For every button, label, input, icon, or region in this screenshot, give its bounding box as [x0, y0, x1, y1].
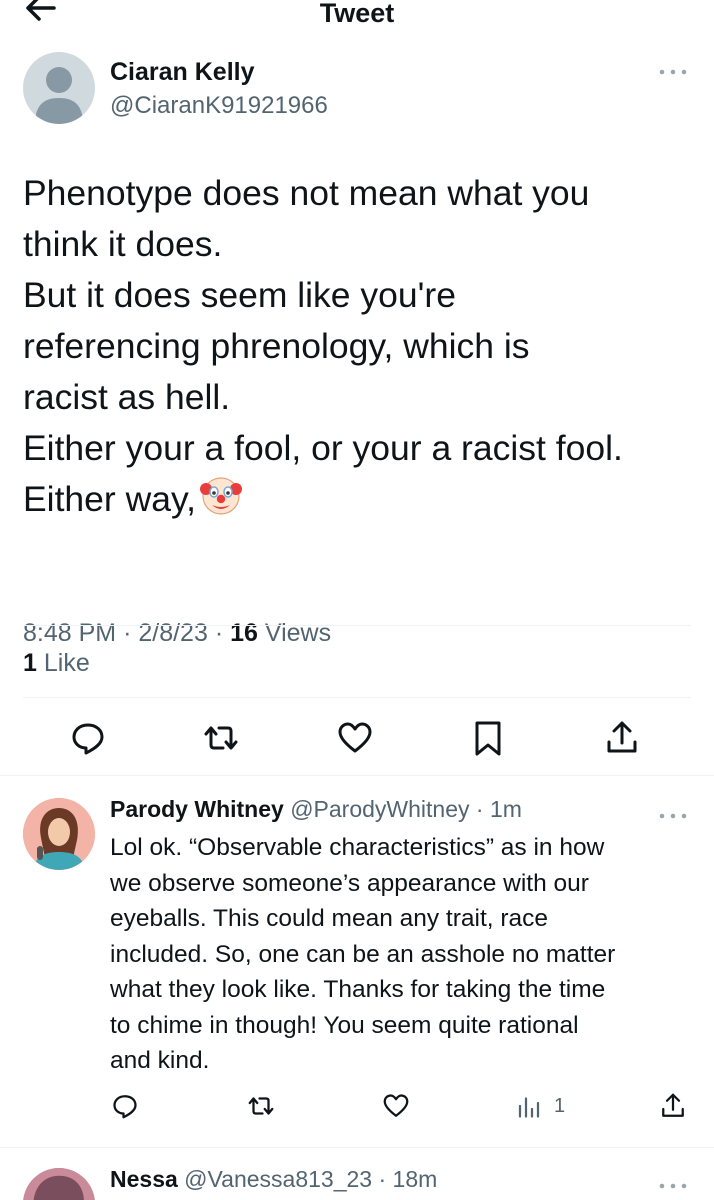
reply-action-bar: 1 [0, 1088, 714, 1128]
tweet-line: Either way, [23, 479, 196, 519]
divider [0, 1147, 714, 1148]
reply-line: eyeballs. This could mean any trait, rac… [110, 905, 549, 932]
reply-line: we observe someone’s appearance with our [110, 869, 589, 897]
avatar-photo-icon [23, 1168, 95, 1200]
default-profile-icon [35, 67, 83, 124]
likes-count: 1 [23, 649, 37, 677]
clown-face-emoji-icon [199, 475, 242, 517]
analytics-button[interactable]: 1 [514, 1088, 565, 1124]
next-reply-header: Nessa @Vanessa813_23 · 18m [110, 1166, 437, 1193]
tweet-meta: 8:48 PM · 2/8/23 · 16 Views [23, 619, 331, 648]
analytics-count: 1 [554, 1094, 566, 1117]
avatar[interactable] [23, 798, 95, 870]
tweet-line: think it does. [23, 224, 223, 264]
tweet-line: Phenotype does not mean what you [23, 173, 590, 213]
share-icon[interactable] [658, 1088, 688, 1124]
likes-summary[interactable]: 1 Like [23, 649, 90, 678]
reply-author-handle[interactable]: @ParodyWhitney [290, 796, 469, 822]
reply-line: Lol ok. “Observable characteristics” as … [110, 834, 605, 861]
reply-bubble-icon[interactable] [68, 718, 108, 758]
meta-separator: · [123, 619, 139, 647]
retweet-icon[interactable] [246, 1088, 276, 1124]
avatar[interactable] [23, 52, 95, 124]
tweet-line: But it does seem like you're [23, 275, 456, 315]
heart-icon[interactable] [381, 1088, 411, 1124]
next-reply-age: 18m [392, 1166, 438, 1192]
next-reply-tweet[interactable]: Nessa @Vanessa813_23 · 18m [0, 1160, 714, 1200]
avatar[interactable] [23, 1168, 95, 1200]
more-options-icon[interactable] [658, 1178, 688, 1189]
tweet-line: Either your a fool, or your a racist foo… [23, 428, 623, 468]
reply-line: included. So, one can be an asshole no m… [110, 940, 616, 968]
next-author-name[interactable]: Nessa [110, 1166, 178, 1192]
reply-bubble-icon[interactable] [110, 1088, 140, 1124]
reply-line: what they look like. Thanks for taking t… [110, 976, 606, 1003]
likes-label: Like [43, 649, 90, 677]
top-bar: Tweet [0, 0, 714, 30]
divider [23, 625, 691, 626]
author-handle[interactable]: @CiaranK91921966 [110, 92, 328, 120]
views-count: 16 [230, 619, 258, 647]
analytics-bars-icon [518, 1097, 540, 1118]
reply-line: and kind. [110, 1047, 210, 1074]
reply-author-name[interactable]: Parody Whitney [110, 796, 284, 822]
tweet-line: racist as hell. [23, 377, 231, 417]
tweet-line-last: Either way, [23, 474, 703, 525]
meta-separator: · [372, 1166, 393, 1192]
share-icon[interactable] [602, 718, 642, 758]
reply-age: 1m [489, 796, 522, 822]
reply-line: to chime in though! You seem quite ratio… [110, 1011, 579, 1039]
tweet-line: referencing phrenology, which is [23, 326, 530, 366]
heart-icon[interactable] [335, 718, 375, 758]
divider [0, 775, 714, 776]
tweet-date: 2/8/23 [138, 619, 208, 647]
avatar-photo-icon [23, 798, 95, 870]
retweet-icon[interactable] [201, 718, 241, 758]
page-title: Tweet [319, 0, 395, 28]
meta-separator: · [214, 619, 231, 647]
more-options-icon[interactable] [658, 64, 688, 75]
next-author-handle[interactable]: @Vanessa813_23 [184, 1166, 372, 1192]
tweet-action-bar [0, 718, 714, 762]
more-options-icon[interactable] [658, 808, 688, 819]
author-name[interactable]: Ciaran Kelly [110, 58, 255, 87]
views-label: Views [264, 619, 332, 647]
reply-text: Lol ok. “Observable characteristics” as … [110, 830, 700, 1079]
tweet-text: Phenotype does not mean what you think i… [23, 168, 703, 525]
reply-header: Parody Whitney @ParodyWhitney · 1m [110, 796, 522, 823]
meta-separator: · [469, 796, 490, 822]
divider [23, 697, 691, 698]
tweet-time: 8:48 PM [23, 619, 117, 647]
bookmark-icon[interactable] [468, 718, 508, 758]
